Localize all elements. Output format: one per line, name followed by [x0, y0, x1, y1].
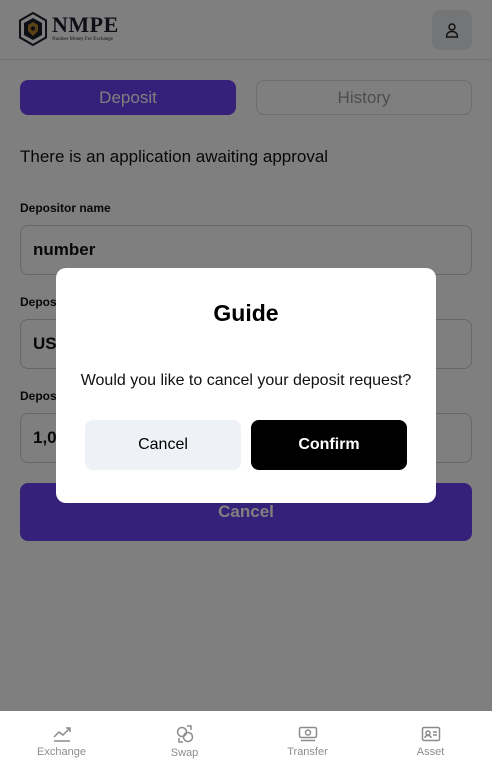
swap-icon	[176, 724, 193, 743]
modal-confirm-button[interactable]: Confirm	[251, 420, 407, 470]
modal-cancel-button[interactable]: Cancel	[85, 420, 241, 470]
nav-label-transfer: Transfer	[287, 745, 328, 758]
nav-item-swap[interactable]: Swap	[123, 711, 246, 771]
nav-label-exchange: Exchange	[37, 745, 86, 758]
nav-label-swap: Swap	[170, 746, 199, 759]
nav-label-asset: Asset	[416, 745, 445, 758]
trend-icon	[52, 726, 71, 742]
nav-item-transfer[interactable]: Transfer	[246, 711, 369, 771]
bottom-nav: Exchange Swap Transfer Asset	[0, 711, 492, 771]
nav-item-asset[interactable]: Asset	[369, 711, 492, 771]
id-card-icon	[421, 726, 440, 741]
guide-modal: Guide Would you like to cancel your depo…	[56, 268, 436, 503]
modal-title: Guide	[213, 300, 279, 326]
modal-message: Would you like to cancel your deposit re…	[80, 372, 412, 389]
nav-item-exchange[interactable]: Exchange	[0, 711, 123, 771]
banknote-icon	[298, 726, 317, 741]
